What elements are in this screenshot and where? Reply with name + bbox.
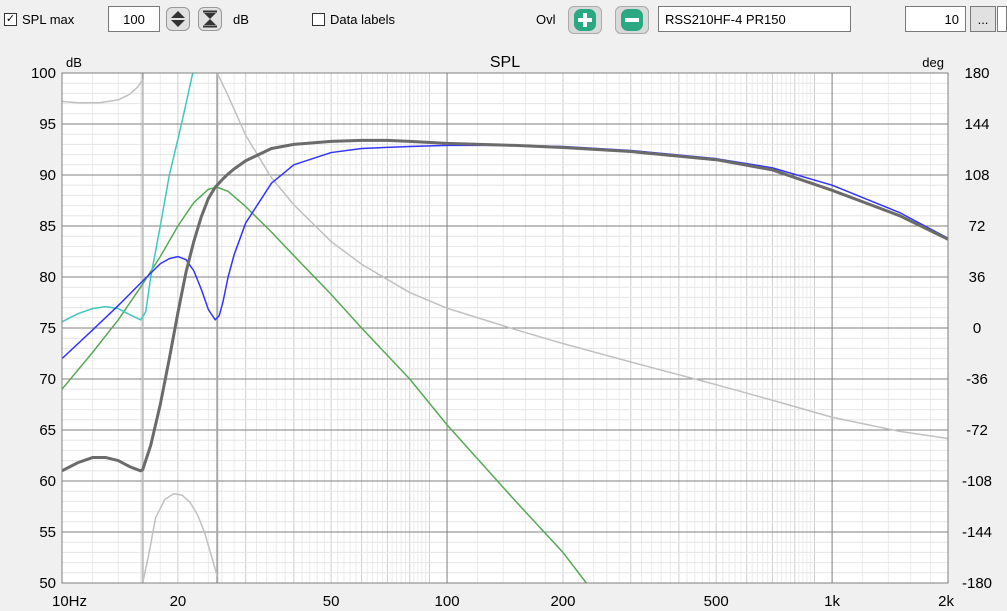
right-value-input[interactable]: 10 <box>905 6 966 32</box>
ovl-label: Ovl <box>536 12 556 27</box>
y2-tick-label: 0 <box>973 320 981 337</box>
y-tick-label: 85 <box>39 218 56 235</box>
y-axis-label: dB <box>66 55 82 70</box>
remove-overlay-button[interactable] <box>615 6 649 34</box>
hourglass-button[interactable] <box>198 7 222 31</box>
y2-tick-label: -144 <box>962 524 992 541</box>
y-tick-label: 50 <box>39 575 56 592</box>
db-unit-label: dB <box>233 12 249 27</box>
y2-tick-label: 72 <box>969 218 986 235</box>
checkbox-checked-icon[interactable]: ✓ <box>4 13 17 26</box>
chart-title: SPL <box>490 54 520 71</box>
y2-tick-label: -36 <box>966 371 988 388</box>
y2-tick-label: 108 <box>964 167 989 184</box>
x-tick-label: 200 <box>550 593 575 610</box>
y-tick-label: 90 <box>39 167 56 184</box>
x-tick-label: 50 <box>323 593 340 610</box>
plus-circle-icon <box>574 9 596 31</box>
spl-chart-svg: 10Hz 20 50 100 200 500 1k 2k1009590858075706560… <box>0 45 1007 611</box>
x-tick-label: 100 <box>435 593 460 610</box>
y-tick-label: 60 <box>39 473 56 490</box>
overlay-name-input[interactable]: RSS210HF-4 PR150 <box>658 6 851 32</box>
x-tick-label: 10Hz <box>52 593 87 610</box>
y2-tick-label: 144 <box>964 116 989 133</box>
y-tick-label: 55 <box>39 524 56 541</box>
x-tick-label: 1k <box>824 593 840 610</box>
spl-max-toggle[interactable]: ✓ SPL max <box>4 12 74 27</box>
x-tick-label: 2k <box>938 593 954 610</box>
up-down-arrows-icon <box>171 11 185 27</box>
y-tick-label: 75 <box>39 320 56 337</box>
more-button[interactable]: ... <box>970 6 996 32</box>
y-tick-label: 95 <box>39 116 56 133</box>
toolbar: ✓ SPL max 100 dB Data labels Ovl RSS210H… <box>0 0 1007 40</box>
y-tick-label: 80 <box>39 269 56 286</box>
y2-tick-label: -72 <box>966 422 988 439</box>
y-tick-label: 100 <box>31 65 56 82</box>
add-overlay-button[interactable] <box>568 6 602 34</box>
spl-max-label: SPL max <box>22 12 75 27</box>
data-labels-toggle[interactable]: Data labels <box>312 12 395 27</box>
y-tick-label: 70 <box>39 371 56 388</box>
y2-tick-label: -108 <box>962 473 992 490</box>
spl-chart: 10Hz 20 50 100 200 500 1k 2k 100 95 90 85 80 75 70 65 60… <box>0 45 1007 611</box>
y2-tick-label: 180 <box>964 65 989 82</box>
minus-circle-icon <box>621 9 643 31</box>
y-tick-label: 65 <box>39 422 56 439</box>
x-tick-label: 20 <box>170 593 187 610</box>
y2-tick-label: 36 <box>969 269 986 286</box>
clipped-control[interactable] <box>997 6 1007 32</box>
checkbox-unchecked-icon[interactable] <box>312 13 325 26</box>
x-tick-label: 500 <box>704 593 729 610</box>
spl-max-input[interactable]: 100 <box>108 6 160 32</box>
spl-max-stepper[interactable] <box>166 7 190 31</box>
y2-tick-label: -180 <box>962 575 992 592</box>
y2-axis-label: deg <box>922 55 944 70</box>
data-labels-label: Data labels <box>330 12 396 27</box>
hourglass-icon <box>203 10 217 28</box>
